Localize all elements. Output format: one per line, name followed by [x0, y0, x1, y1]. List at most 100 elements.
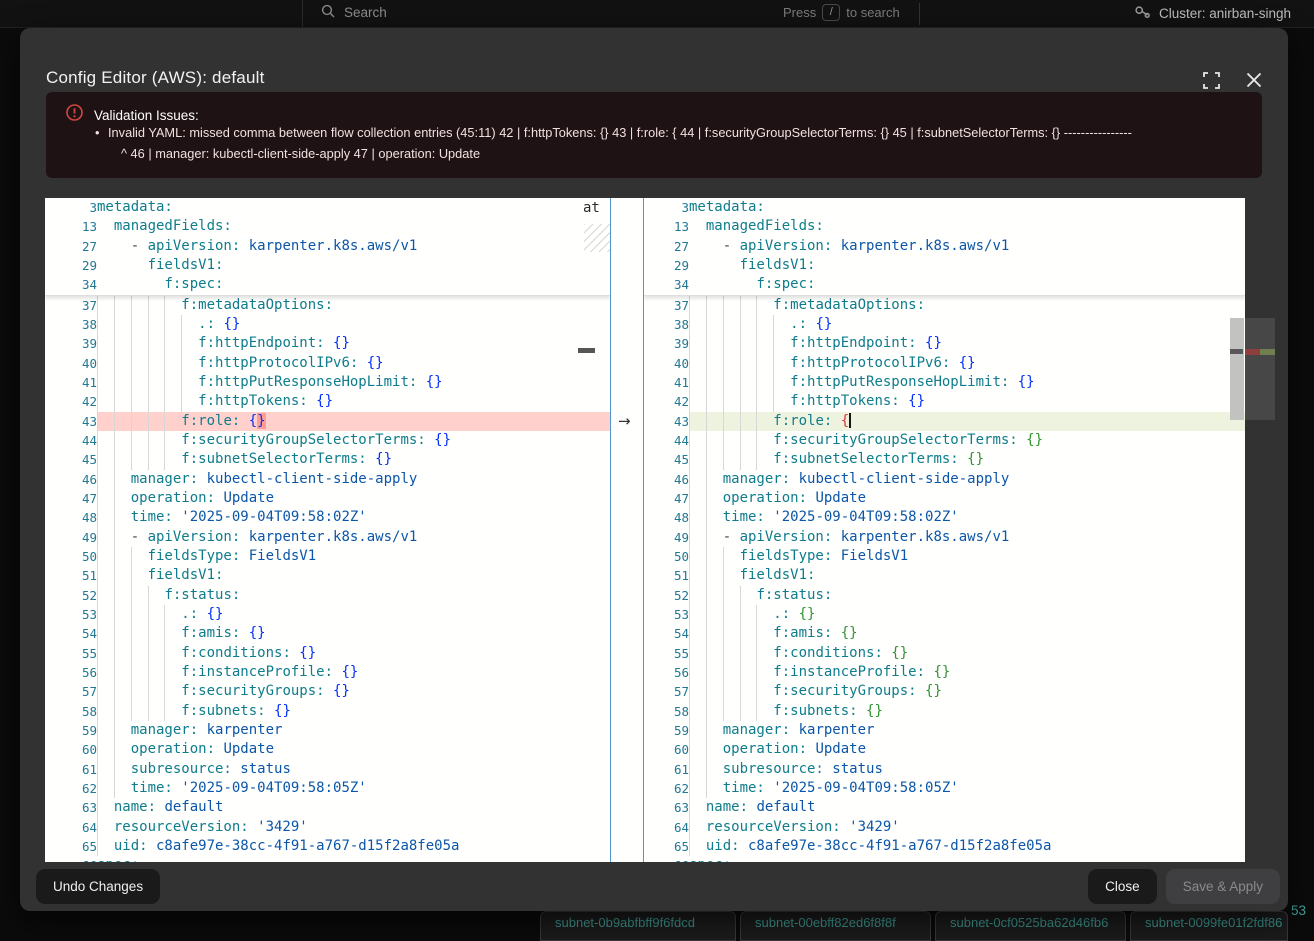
code-line[interactable]: 59 manager: karpenter [644, 721, 1245, 740]
code-line[interactable]: 44 f:securityGroupSelectorTerms: {} [45, 431, 610, 450]
save-apply-button[interactable]: Save & Apply [1166, 869, 1280, 904]
code-line[interactable]: 47 operation: Update [644, 489, 1245, 508]
code-line[interactable]: 13 managedFields: [644, 217, 1245, 236]
code-line[interactable]: 49 - apiVersion: karpenter.k8s.aws/v1 [644, 528, 1245, 547]
revert-change-arrow[interactable]: → [618, 412, 631, 431]
code-line[interactable]: 45 f:subnetSelectorTerms: {} [644, 450, 1245, 469]
code-line[interactable]: 53 .: {} [644, 605, 1245, 624]
code-line[interactable]: 50 fieldsType: FieldsV1 [45, 547, 610, 566]
code-line[interactable]: 55 f:conditions: {} [644, 644, 1245, 663]
code-line[interactable]: 27 - apiVersion: karpenter.k8s.aws/v1 [644, 237, 1245, 256]
code-line[interactable]: 53 .: {} [45, 605, 610, 624]
code-line[interactable]: 60 operation: Update [644, 740, 1245, 759]
code-line[interactable]: 48 time: '2025-09-04T09:58:02Z' [45, 508, 610, 527]
code-line[interactable]: 41 f:httpPutResponseHopLimit: {} [45, 373, 610, 392]
indent-guide [181, 392, 182, 411]
code-line[interactable]: 29 fieldsV1: [644, 256, 1245, 275]
yaml-diff-editor[interactable]: 3metadata:13 managedFields:27 - apiVersi… [45, 198, 1245, 862]
code-line[interactable]: 37 f:metadataOptions: [45, 296, 610, 315]
code-line[interactable]: 46 manager: kubectl-client-side-apply [644, 470, 1245, 489]
code-line[interactable]: 56 f:instanceProfile: {} [45, 663, 610, 682]
global-search[interactable]: Search [321, 4, 387, 21]
code-line[interactable]: 64 resourceVersion: '3429' [45, 818, 610, 837]
sticky-scroll-header[interactable]: 3metadata:13 managedFields:27 - apiVersi… [45, 198, 610, 296]
code-line[interactable]: 66spec: [45, 856, 610, 862]
code-line[interactable]: 3metadata: [644, 198, 1245, 217]
code-line[interactable]: 63 name: default [45, 798, 610, 817]
fullscreen-expand-button[interactable] [1201, 70, 1221, 90]
code-line[interactable]: 34 f:spec: [45, 275, 610, 294]
indent-guide [773, 354, 774, 373]
indent-guide [706, 508, 707, 527]
code-line[interactable]: 56 f:instanceProfile: {} [644, 663, 1245, 682]
code-line[interactable]: 37 f:metadataOptions: [644, 296, 1245, 315]
code-line[interactable]: 63 name: default [644, 798, 1245, 817]
code-line[interactable]: 27 - apiVersion: karpenter.k8s.aws/v1 [45, 237, 610, 256]
indent-guide [164, 296, 165, 315]
code-line[interactable]: 29 fieldsV1: [45, 256, 610, 275]
line-number: 13 [644, 217, 689, 236]
undo-changes-button[interactable]: Undo Changes [36, 869, 160, 904]
indent-guide [97, 586, 98, 605]
code-line[interactable]: 51 fieldsV1: [644, 566, 1245, 585]
code-line[interactable]: 57 f:securityGroups: {} [45, 682, 610, 701]
indent-guide [114, 508, 115, 527]
code-line[interactable]: 41 f:httpPutResponseHopLimit: {} [644, 373, 1245, 392]
code-line[interactable]: 54 f:amis: {} [45, 624, 610, 643]
code-line[interactable]: 43− f:role: {} [45, 412, 610, 431]
indent-guide [114, 489, 115, 508]
code-line[interactable]: 61 subresource: status [644, 760, 1245, 779]
code-line[interactable]: 50 fieldsType: FieldsV1 [644, 547, 1245, 566]
code-line[interactable]: 52 f:status: [45, 586, 610, 605]
code-line[interactable]: 39 f:httpEndpoint: {} [45, 334, 610, 353]
diff-editor-sash[interactable]: → [610, 198, 644, 862]
overview-ruler-slider[interactable] [1245, 318, 1275, 420]
indent-guide [689, 450, 690, 469]
diff-pane-modified[interactable]: 3metadata:13 managedFields:27 - apiVersi… [644, 198, 1245, 862]
close-button[interactable] [1244, 70, 1264, 90]
code-line[interactable]: 39 f:httpEndpoint: {} [644, 334, 1245, 353]
code-line[interactable]: 62 time: '2025-09-04T09:58:05Z' [45, 779, 610, 798]
code-line[interactable]: 45 f:subnetSelectorTerms: {} [45, 450, 610, 469]
code-line[interactable]: 44 f:securityGroupSelectorTerms: {} [644, 431, 1245, 450]
code-line[interactable]: 13 managedFields: [45, 217, 610, 236]
code-line[interactable]: 64 resourceVersion: '3429' [644, 818, 1245, 837]
code-line[interactable]: 65 uid: c8afe97e-38cc-4f91-a767-d15f2a8f… [45, 837, 610, 856]
sticky-scroll-header[interactable]: 3metadata:13 managedFields:27 - apiVersi… [644, 198, 1245, 296]
code-line[interactable]: 59 manager: karpenter [45, 721, 610, 740]
code-line[interactable]: 47 operation: Update [45, 489, 610, 508]
code-line[interactable]: 38 .: {} [644, 315, 1245, 334]
code-line[interactable]: 54 f:amis: {} [644, 624, 1245, 643]
scrollbar-slider[interactable] [1230, 318, 1244, 420]
code-line[interactable]: 57 f:securityGroups: {} [644, 682, 1245, 701]
code-content[interactable]: 37 f:metadataOptions:38 .: {}39 f:httpEn… [45, 296, 610, 862]
code-line[interactable]: 34 f:spec: [644, 275, 1245, 294]
code-line[interactable]: 49 - apiVersion: karpenter.k8s.aws/v1 [45, 528, 610, 547]
indent-guide [97, 431, 98, 450]
code-line[interactable]: 65 uid: c8afe97e-38cc-4f91-a767-d15f2a8f… [644, 837, 1245, 856]
code-line[interactable]: 43+ f:role: { [644, 412, 1245, 431]
close-dialog-button[interactable]: Close [1088, 869, 1157, 904]
cluster-chooser[interactable]: Cluster: anirban-singh [1134, 4, 1291, 23]
code-line[interactable]: 52 f:status: [644, 586, 1245, 605]
code-line[interactable]: 62 time: '2025-09-04T09:58:05Z' [644, 779, 1245, 798]
code-line[interactable]: 40 f:httpProtocolIPv6: {} [644, 354, 1245, 373]
code-line[interactable]: 42 f:httpTokens: {} [644, 392, 1245, 411]
indent-guide [706, 373, 707, 392]
code-line[interactable]: 48 time: '2025-09-04T09:58:02Z' [644, 508, 1245, 527]
code-line[interactable]: 40 f:httpProtocolIPv6: {} [45, 354, 610, 373]
code-line[interactable]: 46 manager: kubectl-client-side-apply [45, 470, 610, 489]
code-line[interactable]: 42 f:httpTokens: {} [45, 392, 610, 411]
code-line[interactable]: 3metadata: [45, 198, 610, 217]
indent-guide [723, 702, 724, 721]
code-line[interactable]: 38 .: {} [45, 315, 610, 334]
code-line[interactable]: 61 subresource: status [45, 760, 610, 779]
code-content[interactable]: 37 f:metadataOptions:38 .: {}39 f:httpEn… [644, 296, 1245, 862]
code-line[interactable]: 60 operation: Update [45, 740, 610, 759]
code-line[interactable]: 66spec: [644, 856, 1245, 862]
code-line[interactable]: 58 f:subnets: {} [644, 702, 1245, 721]
code-line[interactable]: 58 f:subnets: {} [45, 702, 610, 721]
code-line[interactable]: 51 fieldsV1: [45, 566, 610, 585]
diff-pane-original[interactable]: 3metadata:13 managedFields:27 - apiVersi… [45, 198, 610, 862]
code-line[interactable]: 55 f:conditions: {} [45, 644, 610, 663]
